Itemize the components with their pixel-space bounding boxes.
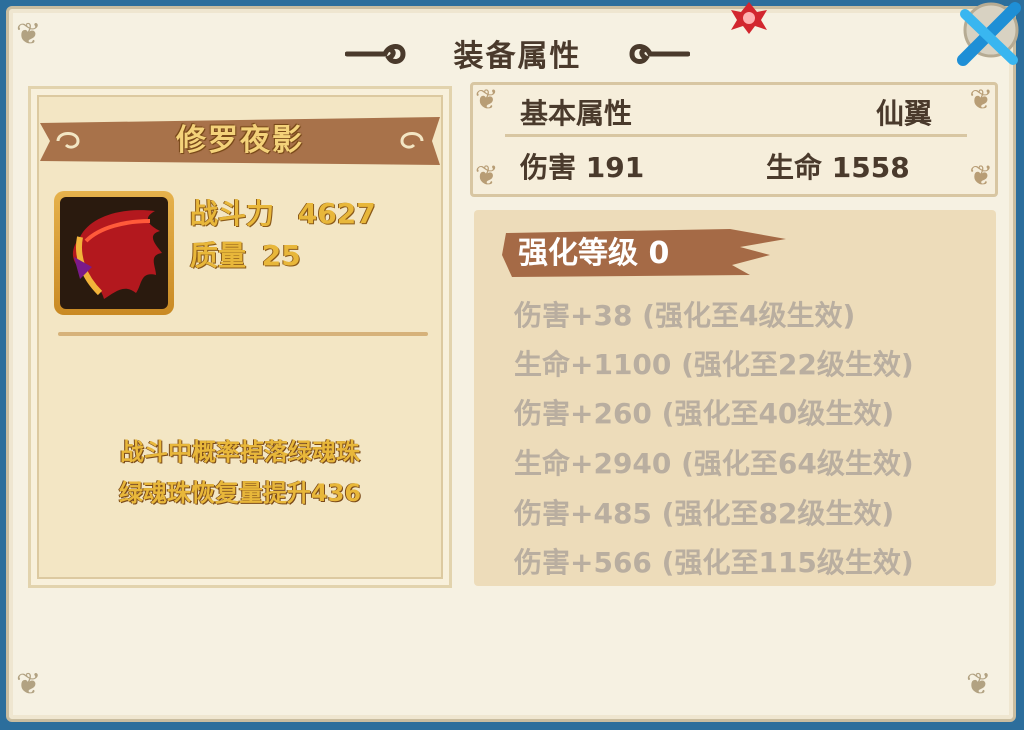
quality-label: 质量 [190,239,247,272]
base-attributes-heading: 基本属性 [520,97,633,130]
divider [505,134,967,137]
base-life: 生命 1558 [766,151,910,184]
corner-ornament-icon: ❦ [16,17,42,52]
quality: 质量 25 [190,234,301,274]
enhance-level: 强化等级 0 [518,236,670,271]
item-description-line: 绿魂珠恢复量提升436 [118,479,362,507]
item-description-line: 战斗中概率掉落绿魂珠 [120,438,360,466]
wing-item-icon [72,210,162,299]
combat-power: 战斗力 4627 [190,192,376,232]
close-button[interactable] [955,0,1024,68]
cloud-scroll-right-icon [629,44,690,64]
red-gem-icon [731,2,767,34]
corner-ornament-icon: ❦ [475,83,499,116]
item-name: 修罗夜影 [176,123,304,158]
item-slot[interactable] [54,191,174,315]
cloud-scroll-left-icon [345,44,406,64]
base-damage: 伤害 191 [520,151,645,184]
corner-ornament-icon: ❦ [969,83,993,116]
item-category: 仙翼 [876,97,933,130]
corner-ornament-icon: ❦ [966,667,992,702]
enhance-bonus-item: 伤害+566 (强化至115级生效) [514,546,914,579]
corner-ornament-icon: ❦ [475,159,499,192]
enhance-bonus-item: 伤害+260 (强化至40级生效) [514,397,895,430]
dialog-title: 装备属性 [453,39,582,74]
enhance-bonus-item: 生命+2940 (强化至64级生效) [514,447,914,480]
corner-ornament-icon: ❦ [16,667,42,702]
enhance-bonus-item: 伤害+38 (强化至4级生效) [514,299,856,332]
corner-ornament-icon: ❦ [969,159,993,192]
combat-power-label: 战斗力 [190,197,275,230]
quality-value: 25 [261,239,301,272]
divider [58,332,428,336]
enhance-bonus-item: 生命+1100 (强化至22级生效) [514,348,914,381]
combat-power-value: 4627 [297,197,376,230]
enhance-bonus-item: 伤害+485 (强化至82级生效) [514,497,895,530]
title-bar: 装备属性 [345,28,690,78]
